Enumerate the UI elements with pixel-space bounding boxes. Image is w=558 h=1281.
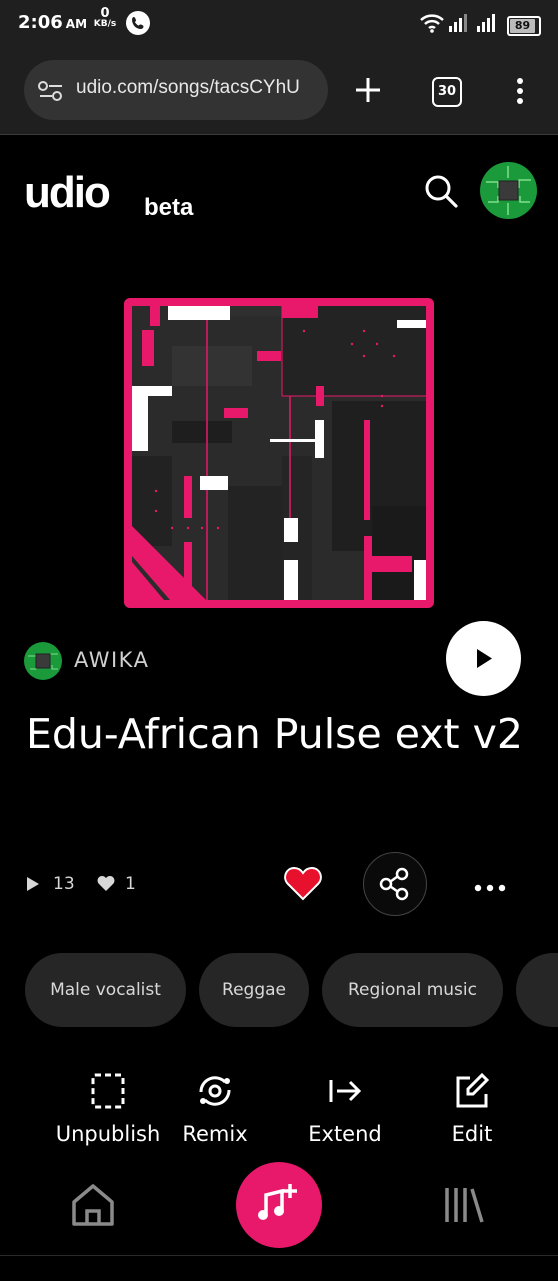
clock: 2:06 AM — [18, 12, 88, 33]
play-count: 13 — [53, 874, 75, 894]
more-vert-icon[interactable] — [516, 77, 524, 109]
signal-icon-2 — [476, 13, 498, 37]
extend-label: Extend — [308, 1122, 382, 1146]
user-avatar[interactable] — [480, 162, 537, 219]
extend-icon — [329, 1080, 362, 1102]
wifi-icon — [420, 13, 444, 37]
remix-button[interactable]: Remix — [176, 1070, 254, 1146]
tag-chip[interactable]: Regional music — [322, 953, 503, 1027]
edit-icon — [456, 1072, 490, 1108]
artist-name-link[interactable]: AWIKA — [74, 648, 149, 672]
tag-chip-partial[interactable] — [516, 953, 558, 1027]
share-icon — [379, 867, 409, 901]
song-title: Edu-African Pulse ext v2 — [26, 710, 523, 758]
plays-icon — [26, 876, 40, 896]
unpublish-icon — [91, 1073, 125, 1109]
home-icon[interactable] — [70, 1182, 116, 1232]
battery-level: 89 — [510, 19, 535, 33]
site-settings-icon[interactable] — [38, 80, 64, 106]
play-icon — [477, 649, 492, 668]
edit-label: Edit — [451, 1122, 493, 1146]
song-cover-art[interactable] — [124, 298, 434, 608]
edit-button[interactable]: Edit — [438, 1070, 506, 1146]
play-button[interactable] — [446, 621, 521, 696]
like-count: 1 — [125, 874, 136, 894]
network-speed: 0 KB/s — [93, 6, 117, 29]
logo-beta-label: beta — [144, 194, 194, 221]
status-bar: 2:06 AM 0 KB/s 89 — [0, 0, 558, 46]
share-button[interactable] — [363, 852, 427, 916]
artist-avatar[interactable] — [24, 642, 62, 680]
like-button-heart-icon[interactable] — [284, 866, 322, 905]
address-bar[interactable]: udio.com/songs/tacsCYhU — [24, 60, 328, 120]
url-text[interactable]: udio.com/songs/tacsCYhU — [76, 77, 300, 99]
remix-icon — [199, 1076, 231, 1106]
tab-switcher-button[interactable]: 30 — [432, 77, 462, 107]
tag-chip[interactable]: Male vocalist — [25, 953, 186, 1027]
browser-toolbar: udio.com/songs/tacsCYhU 30 — [0, 46, 558, 135]
unpublish-button[interactable]: Unpublish — [50, 1070, 166, 1146]
remix-label: Remix — [182, 1122, 248, 1146]
more-options-icon[interactable] — [474, 878, 506, 897]
likes-heart-icon — [97, 876, 115, 896]
signal-icon — [448, 13, 470, 37]
search-icon[interactable] — [423, 173, 459, 213]
create-button[interactable] — [236, 1162, 322, 1248]
gesture-bar — [0, 1255, 558, 1281]
create-music-icon — [258, 1184, 297, 1220]
tag-chip[interactable]: Reggae — [199, 953, 309, 1027]
unpublish-label: Unpublish — [55, 1122, 161, 1146]
battery-icon: 89 — [507, 16, 541, 36]
library-icon[interactable] — [442, 1184, 486, 1230]
extend-button[interactable]: Extend — [302, 1070, 388, 1146]
udio-logo[interactable]: udio — [24, 168, 111, 218]
call-icon — [126, 11, 150, 35]
new-tab-icon[interactable] — [354, 76, 382, 108]
